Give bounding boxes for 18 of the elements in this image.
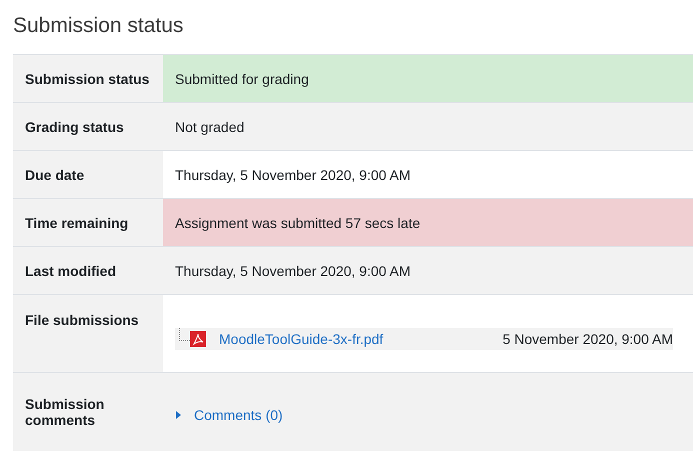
comments-link[interactable]: Comments (0) [175,407,681,423]
table-cell: Thursday, 5 November 2020, 9:00 AM [163,150,693,198]
table-cell: Assignment was submitted 57 secs late [163,198,693,246]
pdf-icon [190,330,206,346]
row-header: Grading status [13,102,163,150]
row-header: Submission comments [13,372,163,451]
row-header: Last modified [13,246,163,294]
page-heading: Submission status [12,13,184,39]
row-header: File submissions [13,294,163,372]
table-cell: Thursday, 5 November 2020, 9:00 AM [163,246,693,294]
caret-icon [175,410,182,420]
table-cell: Submitted for grading [163,54,693,102]
row-header: Submission status [13,54,163,102]
file-date: 5 November 2020, 9:00 AM [502,330,673,346]
row-header: Time remaining [13,198,163,246]
file-link[interactable]: MoodleToolGuide-3x-fr.pdf [219,330,384,346]
row-header: Due date [13,150,163,198]
table-cell: Not graded [163,102,693,150]
